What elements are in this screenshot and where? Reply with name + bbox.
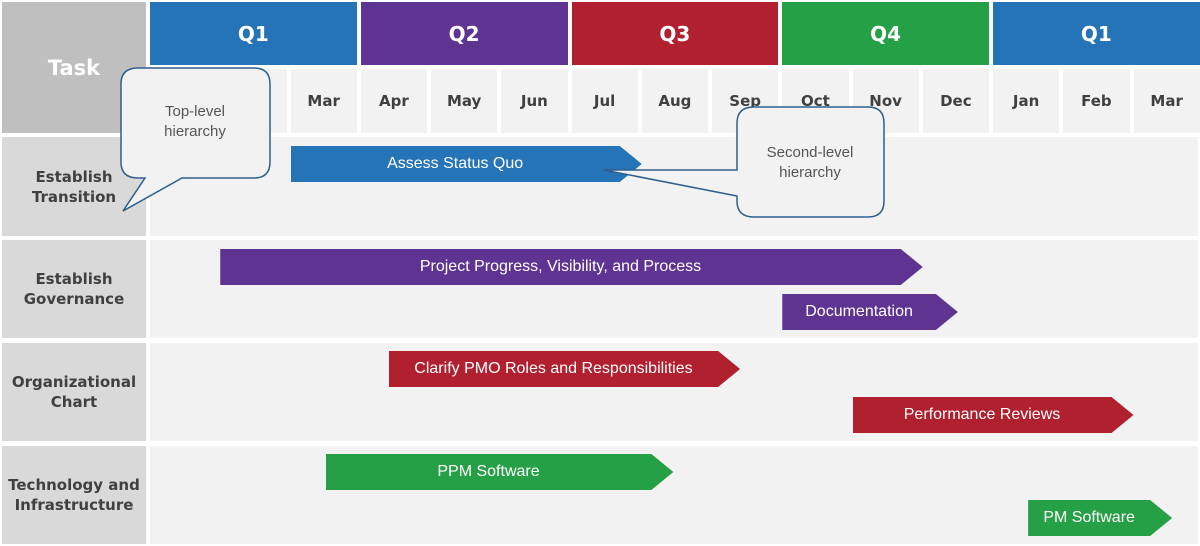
second-level-callout-text: Second-level hierarchy xyxy=(766,144,854,181)
top-level-callout-text: Top-level hierarchy xyxy=(164,103,226,140)
gantt-chart: Task Q1Q2Q3Q4Q1 JanFebMarAprMayJunJulAug… xyxy=(0,0,1200,546)
callout-shapes xyxy=(120,67,885,218)
